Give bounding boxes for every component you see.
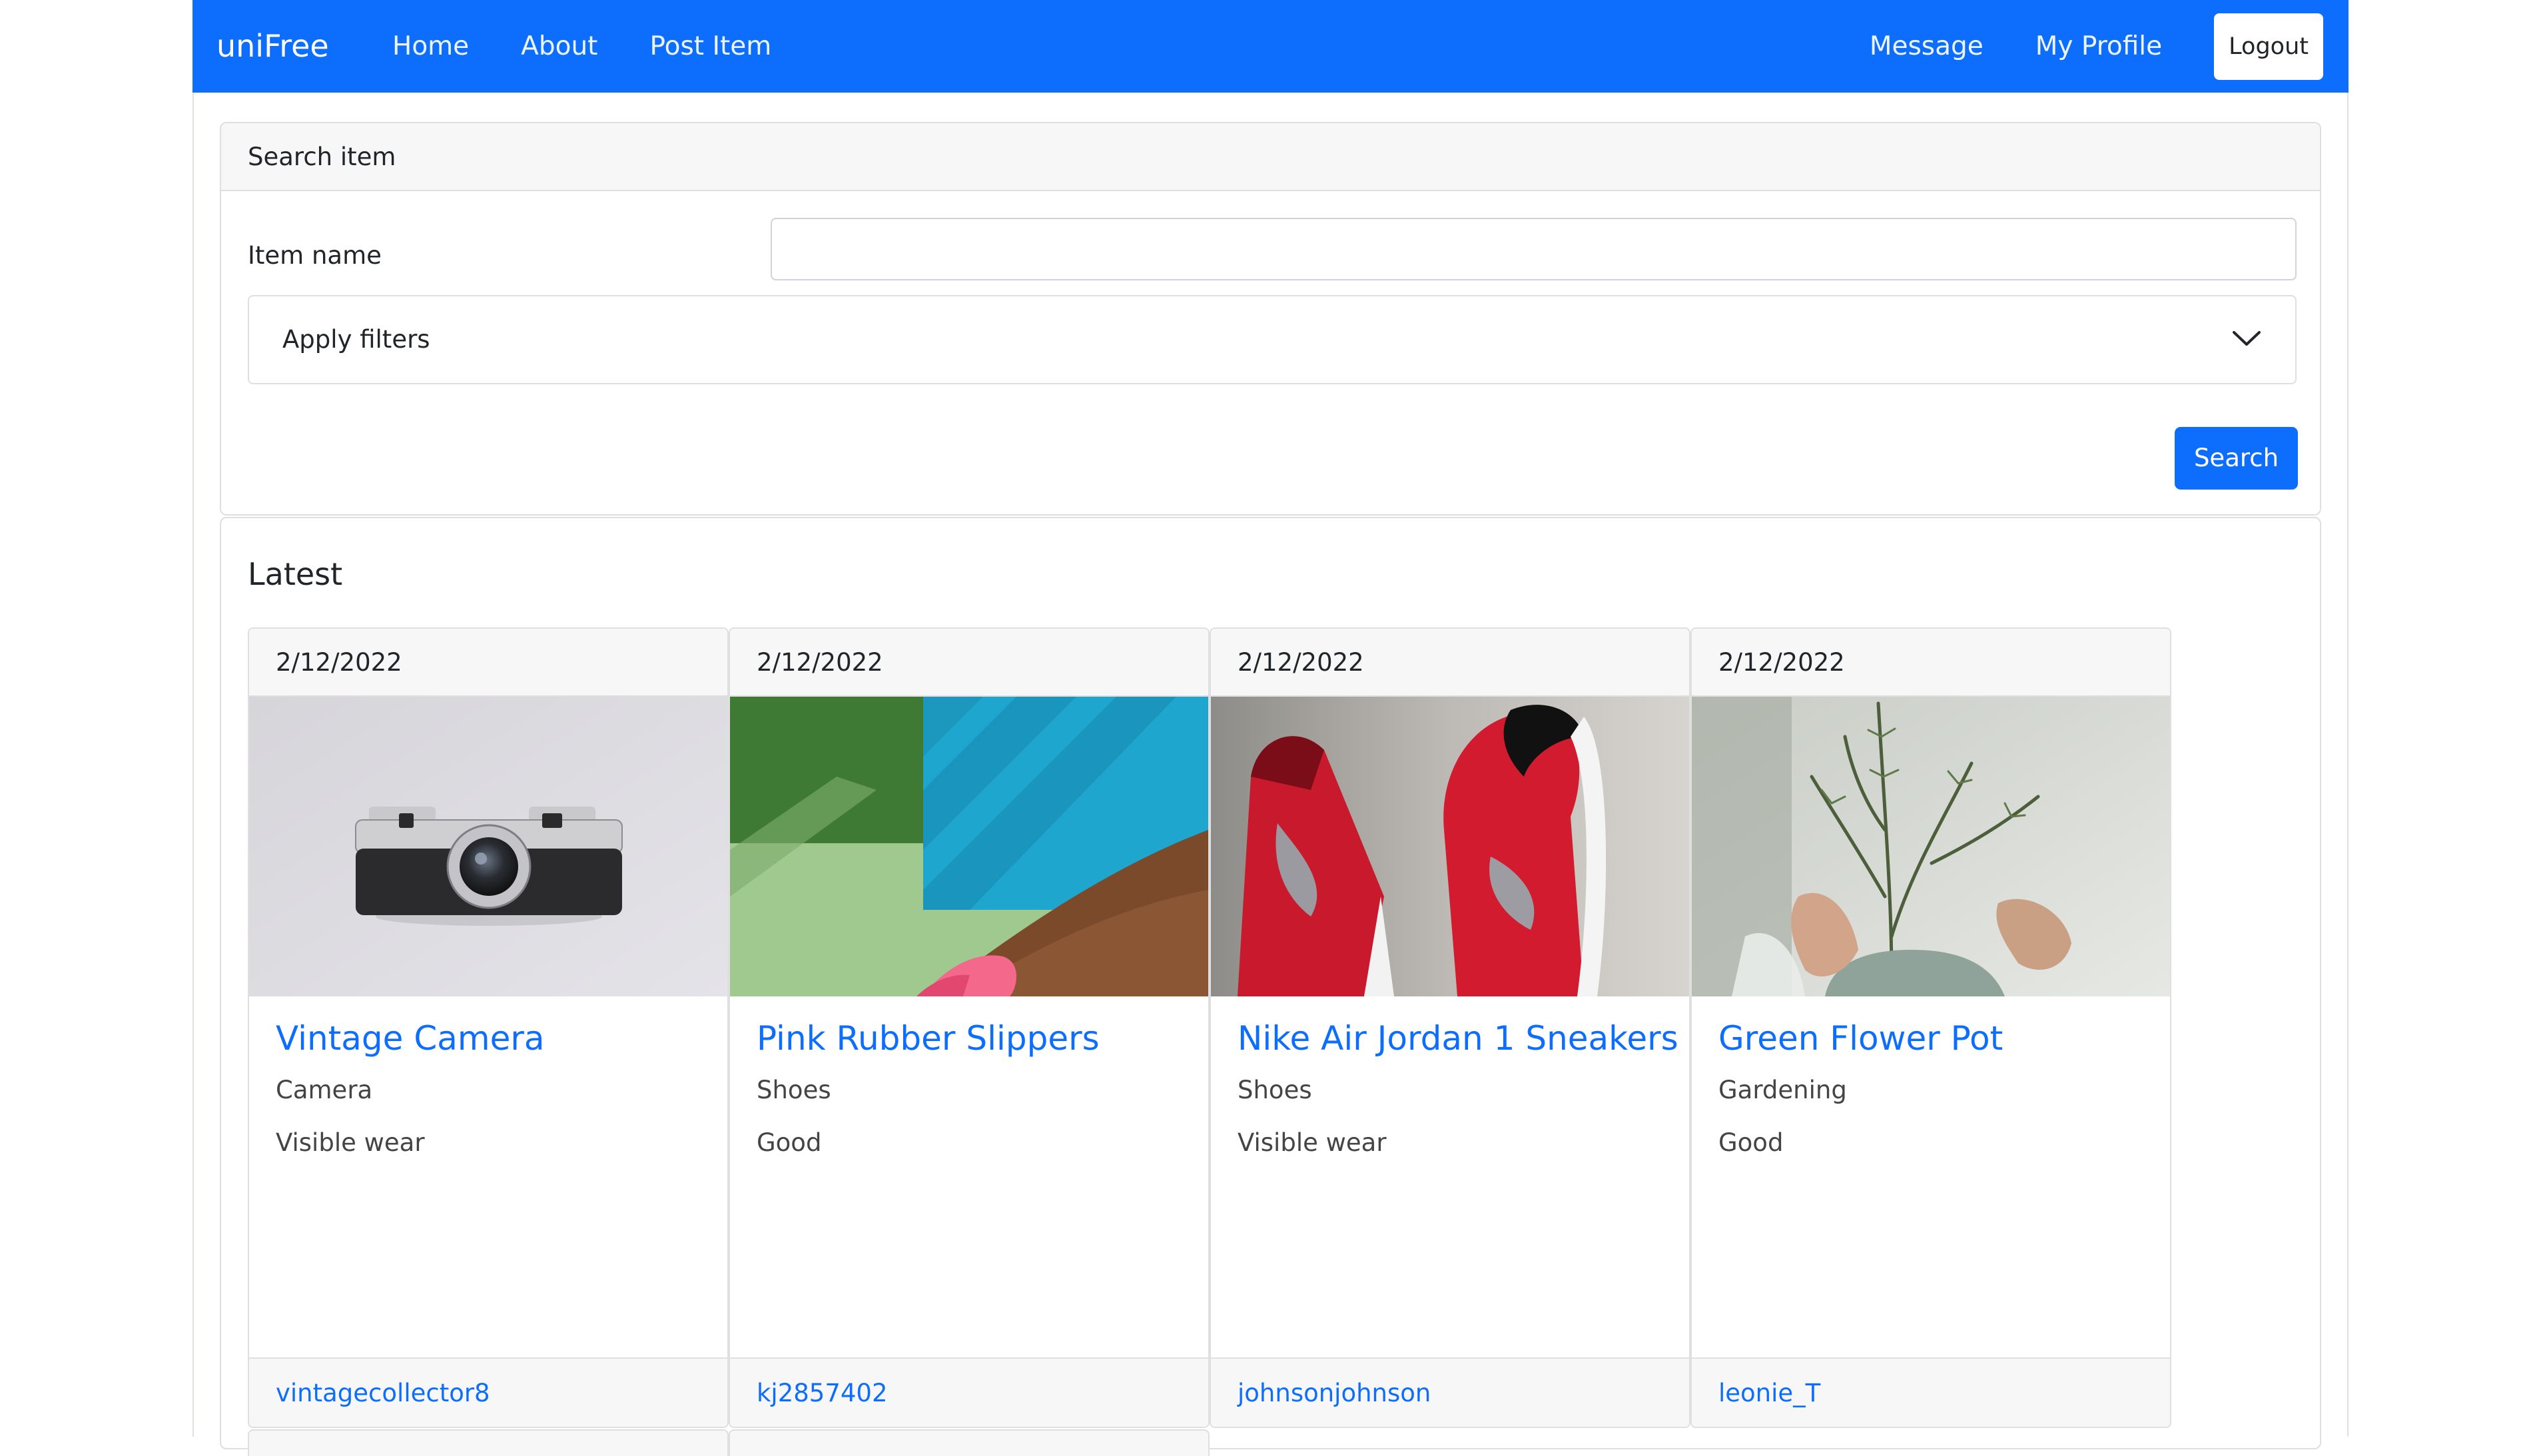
sneakers-photo[interactable]	[1211, 697, 1689, 996]
item-name-label: Item name	[248, 241, 382, 270]
slippers-photo[interactable]	[730, 697, 1208, 996]
next-row-item-card	[729, 1429, 1210, 1456]
latest-heading: Latest	[248, 556, 343, 592]
item-date: 2/12/2022	[1211, 629, 1689, 697]
camera-photo[interactable]	[249, 697, 727, 996]
latest-card: Latest 2/12/2022 Vintage Camera Camera V…	[220, 517, 2321, 1456]
item-card: 2/12/2022 Vintage Camera Camera Visible …	[248, 627, 729, 1428]
apply-filters-accordion[interactable]: Apply filters	[248, 295, 2297, 384]
nav-post-item-link[interactable]: Post Item	[649, 0, 771, 93]
item-condition: Good	[757, 1128, 822, 1157]
item-user-link[interactable]: johnsonjohnson	[1238, 1379, 1431, 1407]
item-category: Shoes	[757, 1076, 831, 1104]
item-condition: Good	[1718, 1128, 1784, 1157]
apply-filters-label: Apply filters	[282, 325, 430, 354]
search-button[interactable]: Search	[2175, 427, 2298, 490]
item-date: 2/12/2022	[730, 629, 1208, 697]
item-date: 2/12/2022	[249, 629, 727, 697]
item-card: 2/12/2022 Nike Air Jordan 1 Sneakers Sho…	[1210, 627, 1690, 1428]
item-user-link[interactable]: vintagecollector8	[276, 1379, 490, 1407]
item-title-link[interactable]: Nike Air Jordan 1 Sneakers	[1238, 1015, 1678, 1062]
plant-photo[interactable]	[1692, 697, 2170, 996]
item-category: Gardening	[1718, 1076, 1847, 1104]
item-footer: vintagecollector8	[249, 1357, 727, 1427]
nav-right: Message My Profile Logout	[1870, 0, 2323, 93]
item-category: Camera	[276, 1076, 373, 1104]
search-card-header: Search item	[221, 123, 2320, 191]
nav-my-profile-link[interactable]: My Profile	[2035, 0, 2162, 93]
next-row-item-card	[248, 1429, 729, 1456]
item-category: Shoes	[1238, 1076, 1312, 1104]
nav-message-link[interactable]: Message	[1870, 0, 1984, 93]
item-title-link[interactable]: Green Flower Pot	[1718, 1015, 2003, 1062]
item-footer: johnsonjohnson	[1211, 1357, 1689, 1427]
item-footer: kj2857402	[730, 1357, 1208, 1427]
item-footer: leonie_T	[1692, 1357, 2170, 1427]
item-date: 2/12/2022	[1692, 629, 2170, 697]
item-condition: Visible wear	[276, 1128, 425, 1157]
item-card: 2/12/2022 Green Flower Pot Gardening Goo…	[1690, 627, 2171, 1428]
item-title-link[interactable]: Vintage Camera	[276, 1015, 545, 1062]
item-card: 2/12/2022 Pink Rubber Slippers Shoes Goo…	[729, 627, 1210, 1428]
item-user-link[interactable]: leonie_T	[1718, 1379, 1820, 1407]
item-title-link[interactable]: Pink Rubber Slippers	[757, 1015, 1100, 1062]
search-card: Search item Item name Apply filters Sear…	[220, 122, 2321, 516]
nav-about-link[interactable]: About	[521, 0, 597, 93]
navbar: uniFree Home About Post Item Message My …	[192, 0, 2349, 93]
item-condition: Visible wear	[1238, 1128, 1387, 1157]
nav-links: Home About Post Item	[392, 0, 823, 93]
logout-button[interactable]: Logout	[2214, 13, 2323, 80]
brand-logo[interactable]: uniFree	[216, 0, 329, 93]
nav-home-link[interactable]: Home	[392, 0, 469, 93]
item-user-link[interactable]: kj2857402	[757, 1379, 888, 1407]
chevron-down-icon	[2233, 331, 2261, 346]
item-name-input[interactable]	[771, 218, 2297, 280]
